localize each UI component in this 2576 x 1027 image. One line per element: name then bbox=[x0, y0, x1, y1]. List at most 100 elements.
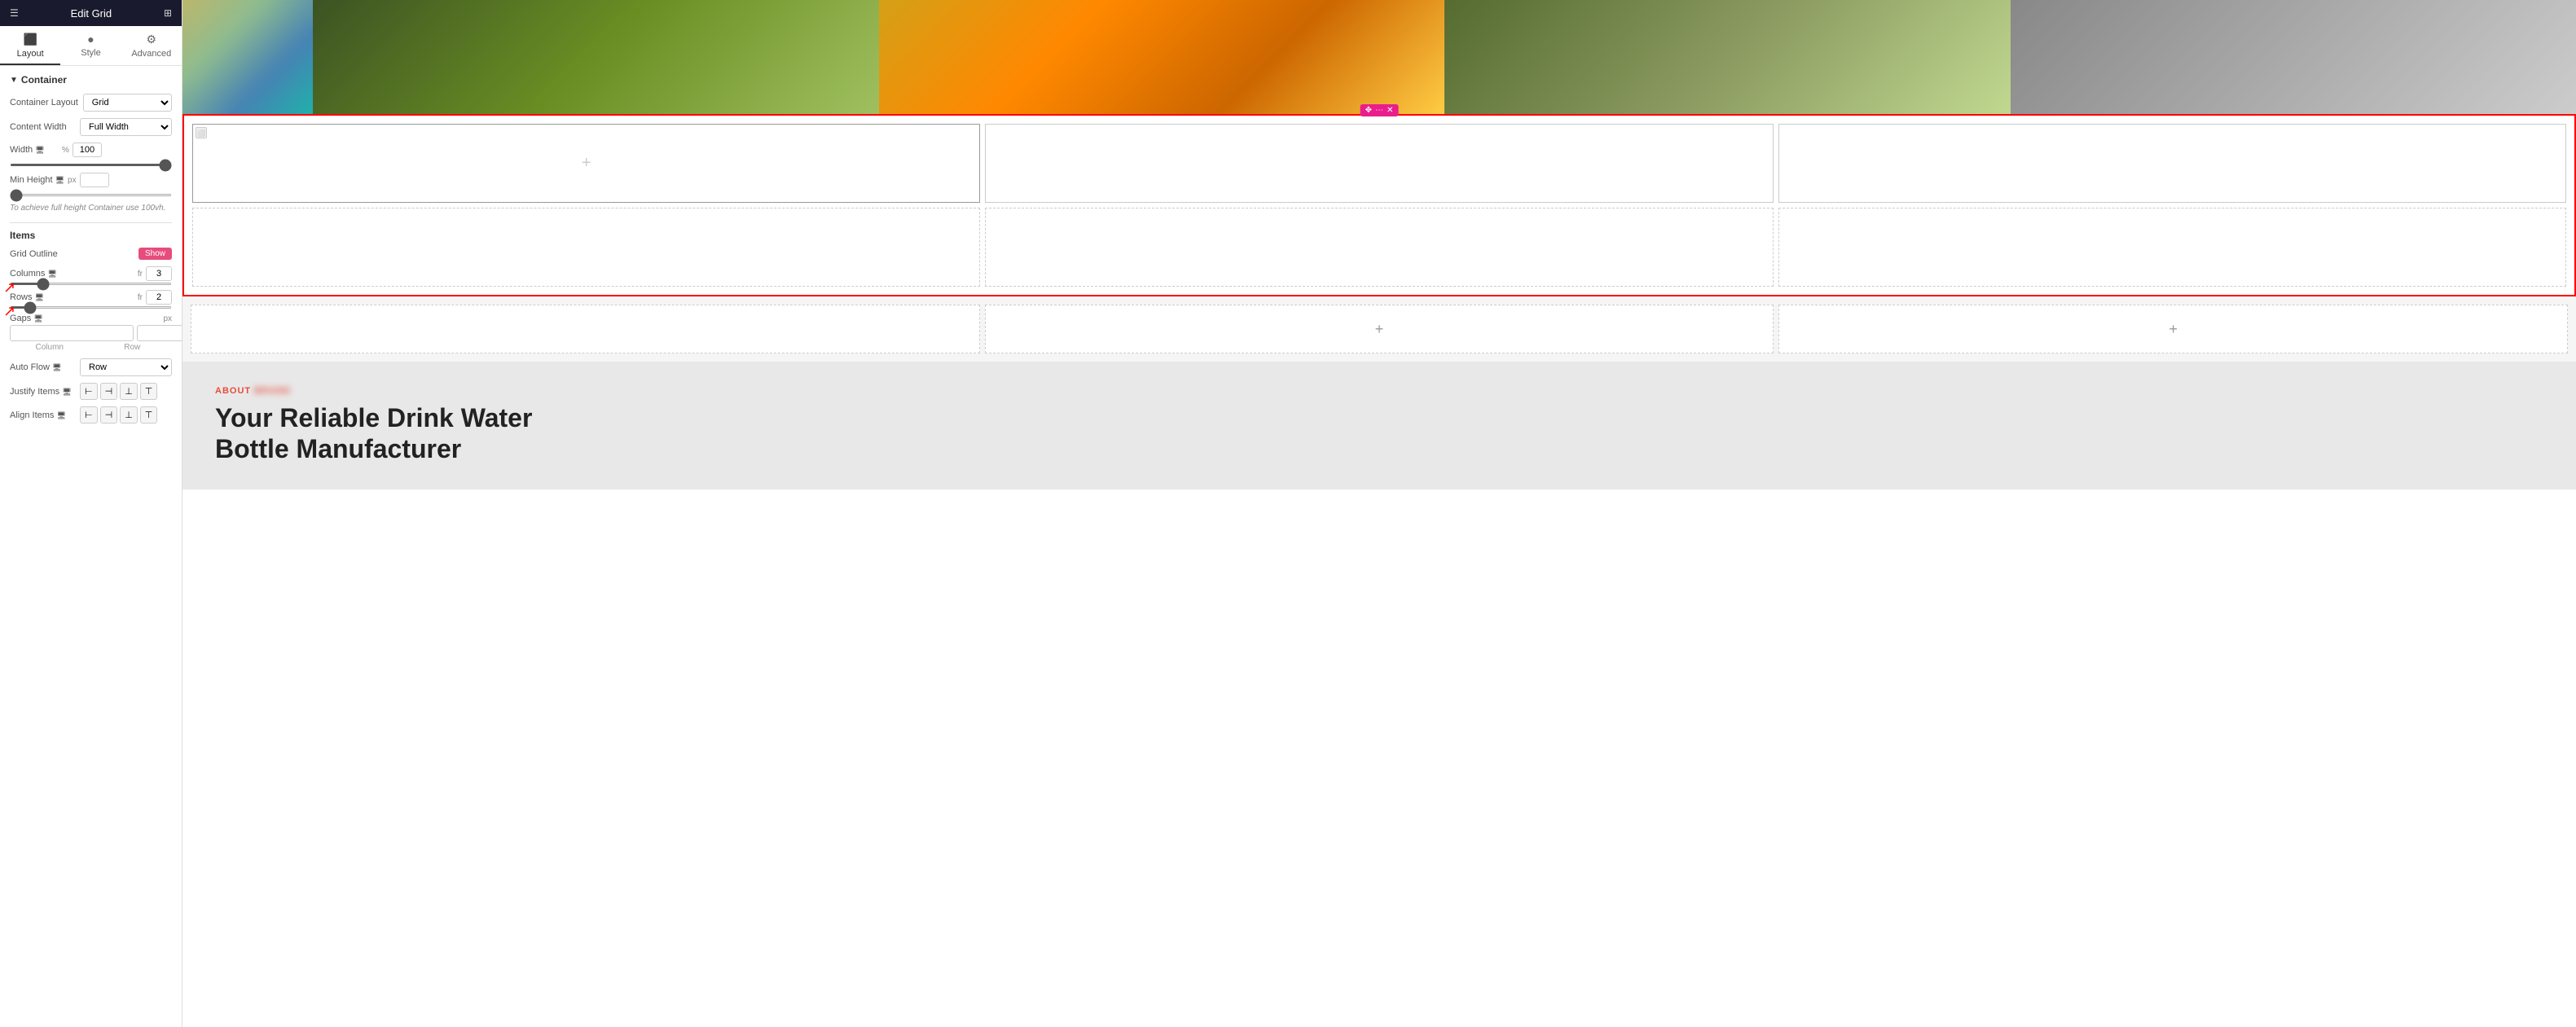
about-title: Your Reliable Drink Water Bottle Manufac… bbox=[215, 402, 2543, 465]
grid-container: ⬜ + bbox=[192, 124, 2566, 287]
container-collapse-arrow[interactable]: ▼ bbox=[10, 76, 18, 85]
grid-dots-icon[interactable]: ⋯ bbox=[1375, 106, 1383, 115]
grid-outline-label: Grid Outline bbox=[10, 249, 58, 259]
min-height-row: Min Height 🖥 px bbox=[10, 173, 172, 187]
min-height-monitor-icon: 🖥 bbox=[55, 176, 64, 185]
gaps-monitor-icon: 🖥 bbox=[33, 314, 42, 323]
rows-section: Rows 🖥 fr ↗ bbox=[10, 290, 172, 309]
justify-items-row: Justify Items 🖥 ⊢ ⊣ ⊥ ⊤ bbox=[10, 383, 172, 400]
columns-section: Columns 🖥 fr ↗ bbox=[10, 266, 172, 285]
min-height-slider-row bbox=[10, 194, 172, 196]
align-start-btn[interactable]: ⊢ bbox=[80, 406, 98, 424]
justify-items-label: Justify Items 🖥 bbox=[10, 387, 75, 397]
panel-header: ☰ Edit Grid ⊞ bbox=[0, 0, 182, 26]
gaps-section: Gaps 🖥 px 🔗 Column Row bbox=[10, 314, 172, 352]
align-buttons: ⊢ ⊣ ⊥ ⊤ bbox=[80, 406, 157, 424]
menu-icon[interactable]: ☰ bbox=[10, 7, 19, 19]
about-title-line1: Your Reliable Drink Water bbox=[215, 403, 532, 432]
grid-cell-4 bbox=[192, 208, 980, 287]
about-section: ABOUT BRAND Your Reliable Drink Water Bo… bbox=[182, 362, 2576, 489]
about-title-line2: Bottle Manufacturer bbox=[215, 434, 461, 463]
container-layout-select[interactable]: Grid Flex bbox=[83, 94, 172, 112]
auto-flow-label: Auto Flow 🖥 bbox=[10, 362, 75, 372]
content-width-select[interactable]: Full Width Boxed bbox=[80, 118, 172, 136]
grid-edit-section: ✥ ⋯ ✕ ⬜ + bbox=[182, 114, 2576, 296]
rows-slider[interactable] bbox=[10, 306, 172, 309]
gaps-inputs: 🔗 bbox=[10, 325, 172, 341]
width-slider[interactable] bbox=[10, 164, 172, 166]
auto-flow-row: Auto Flow 🖥 Row Column bbox=[10, 358, 172, 376]
width-unit: % bbox=[62, 146, 69, 155]
style-tab-icon: ● bbox=[87, 33, 94, 46]
items-section-label: Items bbox=[10, 230, 172, 241]
gaps-label: Gaps 🖥 bbox=[10, 314, 59, 323]
justify-center-btn[interactable]: ⊣ bbox=[100, 383, 118, 400]
image-row bbox=[182, 0, 2576, 114]
bottom-add-cell-3[interactable]: + bbox=[1778, 305, 2568, 353]
tab-layout[interactable]: ⬛ Layout bbox=[0, 26, 60, 65]
grid-move-icon[interactable]: ✥ bbox=[1365, 106, 1372, 115]
align-stretch-btn[interactable]: ⊤ bbox=[140, 406, 158, 424]
divider-1 bbox=[10, 222, 172, 223]
tab-advanced[interactable]: ⚙ Advanced bbox=[121, 26, 182, 65]
width-label: Width 🖥 bbox=[10, 145, 59, 155]
align-center-btn[interactable]: ⊣ bbox=[100, 406, 118, 424]
align-items-label: Align Items 🖥 bbox=[10, 410, 75, 420]
align-monitor-icon: 🖥 bbox=[56, 411, 65, 419]
content-width-row: Content Width Full Width Boxed bbox=[10, 118, 172, 136]
content-width-label: Content Width bbox=[10, 122, 75, 132]
container-layout-label: Container Layout bbox=[10, 98, 78, 108]
grid-cell-6 bbox=[1778, 208, 2566, 287]
width-value-input[interactable] bbox=[73, 143, 102, 157]
justify-buttons: ⊢ ⊣ ⊥ ⊤ bbox=[80, 383, 157, 400]
min-height-value-input[interactable] bbox=[80, 173, 109, 187]
image-4 bbox=[1444, 0, 2011, 114]
grid-cell-1: ⬜ + bbox=[192, 124, 980, 203]
grid-cell-5 bbox=[985, 208, 1773, 287]
grid-icon[interactable]: ⊞ bbox=[164, 7, 172, 19]
gaps-column-input[interactable] bbox=[10, 325, 134, 341]
container-section-header: ▼ Container bbox=[10, 74, 172, 86]
image-3 bbox=[879, 0, 1445, 114]
justify-end-btn[interactable]: ⊥ bbox=[120, 383, 138, 400]
justify-monitor-icon: 🖥 bbox=[62, 388, 71, 396]
left-panel: ☰ Edit Grid ⊞ ⬛ Layout ● Style ⚙ Advance… bbox=[0, 0, 182, 1027]
gaps-column-label: Column bbox=[10, 343, 90, 352]
bottom-add-cell-2[interactable]: + bbox=[985, 305, 1774, 353]
grid-cell-plus-1[interactable]: + bbox=[582, 154, 591, 173]
layout-tab-icon: ⬛ bbox=[23, 33, 37, 46]
gaps-row-input[interactable] bbox=[137, 325, 182, 341]
height-hint: To achieve full height Container use 100… bbox=[10, 203, 172, 214]
auto-flow-monitor-icon: 🖥 bbox=[52, 363, 61, 371]
min-height-unit: px bbox=[68, 176, 77, 185]
auto-flow-select[interactable]: Row Column bbox=[80, 358, 172, 376]
tab-style[interactable]: ● Style bbox=[60, 26, 121, 65]
gaps-label-line: Gaps 🖥 px bbox=[10, 314, 172, 323]
gaps-sub-labels: Column Row bbox=[10, 343, 172, 352]
grid-outline-toggle[interactable]: Show bbox=[138, 248, 172, 260]
grid-toolbar: ✥ ⋯ ✕ bbox=[1361, 104, 1399, 116]
grid-outline-row: Grid Outline Show bbox=[10, 248, 172, 260]
min-height-label: Min Height 🖥 bbox=[10, 175, 64, 185]
bottom-add-cell-1 bbox=[191, 305, 980, 353]
brand-name-blurred: BRAND bbox=[254, 386, 291, 396]
align-end-btn[interactable]: ⊥ bbox=[120, 406, 138, 424]
bottom-add-row: + + bbox=[182, 296, 2576, 362]
width-monitor-icon: 🖥 bbox=[35, 146, 44, 155]
bottom-plus-2[interactable]: + bbox=[1375, 321, 1384, 338]
width-slider-row bbox=[10, 164, 172, 166]
bottom-plus-3[interactable]: + bbox=[2169, 321, 2178, 338]
container-layout-row: Container Layout Grid Flex bbox=[10, 94, 172, 112]
columns-slider[interactable] bbox=[10, 283, 172, 285]
panel-content: ▼ Container Container Layout Grid Flex C… bbox=[0, 66, 182, 1027]
min-height-slider[interactable] bbox=[10, 194, 172, 196]
gaps-unit: px bbox=[163, 314, 172, 323]
image-2 bbox=[313, 0, 879, 114]
grid-cell-corner-1: ⬜ bbox=[196, 127, 207, 138]
width-row: Width 🖥 % bbox=[10, 143, 172, 157]
gaps-row-label: Row bbox=[93, 343, 173, 352]
grid-close-icon[interactable]: ✕ bbox=[1387, 106, 1393, 115]
justify-stretch-btn[interactable]: ⊤ bbox=[140, 383, 158, 400]
advanced-tab-icon: ⚙ bbox=[147, 33, 157, 46]
justify-start-btn[interactable]: ⊢ bbox=[80, 383, 98, 400]
